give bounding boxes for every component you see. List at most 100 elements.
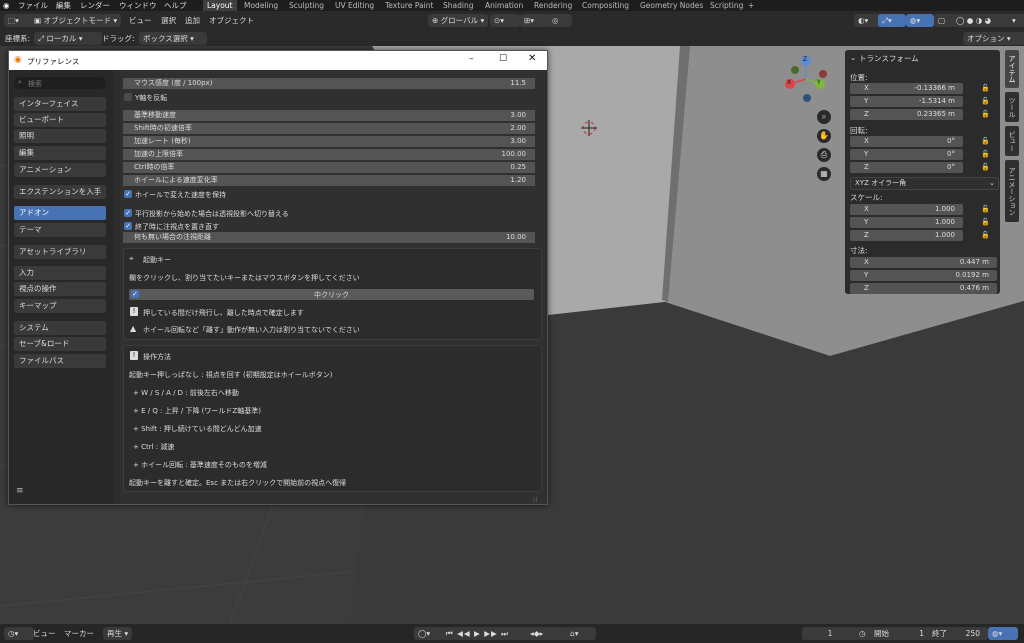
dimensions-y-field[interactable]: Y 0.0192 m [850,270,997,281]
timeline-menu-view[interactable]: ビュー [33,627,56,640]
location-z-field[interactable]: Z 0.23365 m [850,109,963,120]
base-speed-field[interactable]: 基準移動速度 3.00 [123,110,535,121]
overlay-toggle-icon[interactable]: ◍▾ [906,14,934,27]
tab-animation-sidebar[interactable]: アニメーション [1005,160,1019,222]
pivot-icon[interactable]: ⊙▾ [490,14,520,27]
playback-select[interactable]: 再生 ▾ [103,627,133,640]
wheel-keep-checkbox[interactable]: ✓ [124,190,132,198]
lock-icon[interactable]: 🔓 [981,110,990,118]
tab-geometry-nodes[interactable]: Geometry Nodes [640,0,703,11]
menu-window[interactable]: ウィンドウ [119,0,157,11]
menu-add[interactable]: 追加 [185,14,200,27]
mouse-sensitivity-field[interactable]: マウス感度 (度 / 100px) 11.5 [123,78,535,89]
shift-initial-speed-field[interactable]: Shift時の初速倍率 2.00 [123,123,535,134]
lock-icon[interactable]: 🔓 [981,205,990,213]
lock-icon[interactable]: 🔓 [981,84,990,92]
tab-compositing[interactable]: Compositing [582,0,629,11]
snap-icon[interactable]: ⊞▾ [520,14,550,27]
rotation-x-field[interactable]: X 0° [850,136,963,147]
menu-edit[interactable]: 編集 [56,0,71,11]
timeline-menu-marker[interactable]: マーカー [64,627,94,640]
dimensions-z-field[interactable]: Z 0.476 m [850,283,997,294]
end-frame-field[interactable]: 終了 250 [928,627,988,640]
menu-select[interactable]: 選択 [161,14,176,27]
nav-input[interactable]: 入力 [14,266,106,280]
lock-icon[interactable]: 🔓 [981,97,990,105]
shading-mode-icons[interactable]: ◯ ● ◑ ◕ [952,14,1014,27]
hamburger-menu-icon[interactable]: ≡ [16,486,24,496]
rotation-mode-select[interactable]: XYZ オイラー角 ⌄ [850,177,999,190]
zoom-icon[interactable]: ⌕ [817,110,831,124]
proportional-edit-icon[interactable]: ◎ [548,14,572,27]
tab-tool[interactable]: ツール [1005,92,1019,122]
lock-icon[interactable]: 🔓 [981,218,990,226]
nav-navigation[interactable]: 視点の操作 [14,282,106,296]
scale-x-field[interactable]: X 1.000 [850,204,963,215]
nav-animation[interactable]: アニメーション [14,163,106,177]
tab-animation[interactable]: Animation [485,0,523,11]
location-x-field[interactable]: X -0.13366 m [850,83,963,94]
search-input[interactable]: ⌕ 検索 [14,77,106,89]
drag-select[interactable]: ボックス選択 ▾ [139,32,207,45]
tab-scripting[interactable]: Scripting [710,0,743,11]
nav-system[interactable]: システム [14,321,106,335]
current-frame-field[interactable]: 1 [802,627,858,640]
collapse-chevron-icon[interactable]: ⌄ [850,53,856,62]
rotation-z-field[interactable]: Z 0° [850,162,963,173]
coord-system-select[interactable]: ⤢ ローカル ▾ [34,32,102,45]
menu-file[interactable]: ファイル [18,0,48,11]
nav-editing[interactable]: 編集 [14,146,106,160]
tab-shading[interactable]: Shading [443,0,473,11]
nav-file-paths[interactable]: ファイルパス [14,354,106,368]
nav-asset-libraries[interactable]: アセットライブラリ [14,245,106,259]
maximize-icon[interactable]: ☐ [499,54,507,64]
nav-addons[interactable]: アドオン [14,206,106,220]
lock-icon[interactable]: 🔓 [981,231,990,239]
nav-themes[interactable]: テーマ [14,223,106,237]
perspective-grid-icon[interactable]: ▦ [817,167,831,181]
scale-z-field[interactable]: Z 1.000 [850,230,963,241]
close-icon[interactable]: ✕ [528,53,536,64]
tab-view[interactable]: ビュー [1005,126,1019,156]
menu-object[interactable]: オブジェクト [209,14,254,27]
auto-key-icon[interactable]: ◯▾ [414,627,444,640]
transform-orientation-select[interactable]: ⊕ グローバル ▾ [428,14,489,27]
nav-keymap[interactable]: キーマップ [14,299,106,313]
startup-key-input[interactable]: ✓ 中クリック [129,289,534,300]
tab-rendering[interactable]: Rendering [534,0,572,11]
dimensions-x-field[interactable]: X 0.447 m [850,257,997,268]
mode-select[interactable]: ▣ オブジェクトモード ▾ [30,14,122,27]
nav-interface[interactable]: インターフェイス [14,97,106,111]
menu-view[interactable]: ビュー [129,14,152,27]
pan-hand-icon[interactable]: ✋ [817,129,831,143]
scale-y-field[interactable]: Y 1.000 [850,217,963,228]
ortho-switch-checkbox[interactable]: ✓ [124,209,132,217]
tab-item[interactable]: アイテム [1005,50,1019,88]
add-workspace-button[interactable]: + [748,0,754,11]
shading-options-icon[interactable]: ▾ [1008,14,1024,27]
acceleration-limit-field[interactable]: 加速の上限倍率 100.00 [123,149,535,160]
menu-render[interactable]: レンダー [80,0,110,11]
lock-icon[interactable]: 🔓 [981,150,990,158]
timeline-editor-icon[interactable]: ◷▾ [4,627,34,640]
tab-texture-paint[interactable]: Texture Paint [385,0,433,11]
nav-viewport[interactable]: ビューポート [14,113,106,127]
menu-help[interactable]: ヘルプ [164,0,187,11]
options-button[interactable]: オプション ▾ [963,32,1024,45]
nav-lighting[interactable]: 照明 [14,129,106,143]
keyframe-jump-icons[interactable]: ◂◆▸ [526,627,568,640]
resize-grip-icon[interactable]: ⁞⁞ [533,496,537,504]
wheel-speed-rate-field[interactable]: ホイールによる速度変化率 1.20 [123,175,535,186]
tab-uv-editing[interactable]: UV Editing [335,0,374,11]
tab-sculpting[interactable]: Sculpting [289,0,324,11]
rotation-y-field[interactable]: Y 0° [850,149,963,160]
nav-get-extensions[interactable]: エクステンションを入手 [14,185,106,199]
tab-layout[interactable]: Layout [203,0,237,11]
scene-icon[interactable]: ◍▾ [988,627,1018,640]
acceleration-rate-field[interactable]: 加速レート (毎秒) 3.00 [123,136,535,147]
default-distance-field[interactable]: 何も無い場合の注視距離 10.00 [123,232,535,243]
lock-icon[interactable]: 🔓 [981,163,990,171]
location-y-field[interactable]: Y -1.5314 m [850,96,963,107]
reset-pivot-checkbox[interactable]: ✓ [124,222,132,230]
minimize-icon[interactable]: – [469,54,474,64]
